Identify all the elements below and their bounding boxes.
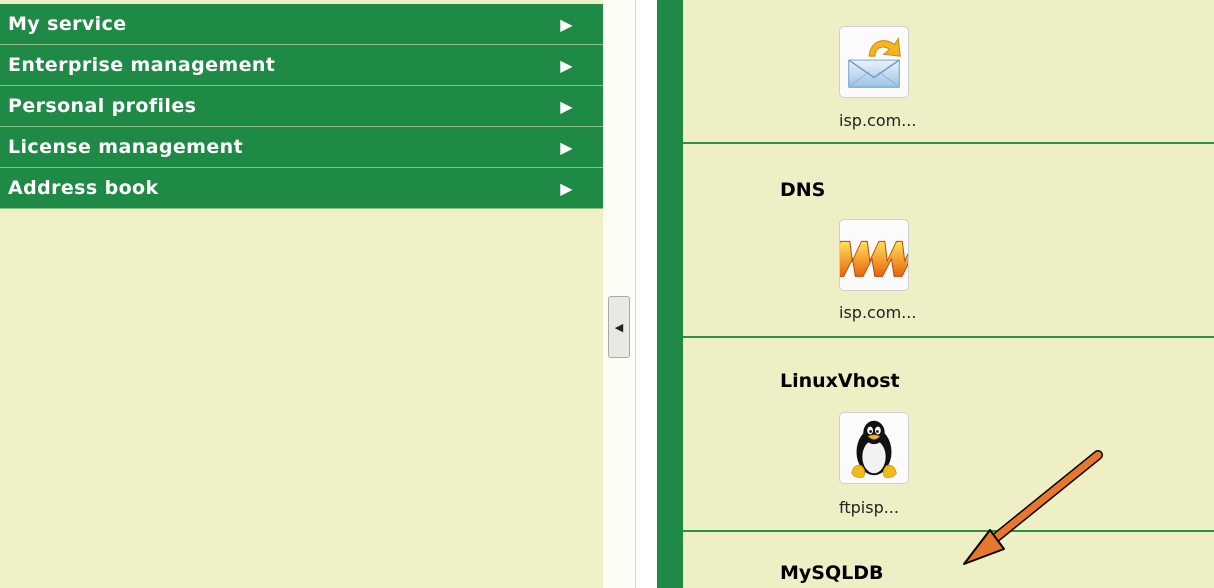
annotation-arrow-icon <box>963 450 1103 565</box>
